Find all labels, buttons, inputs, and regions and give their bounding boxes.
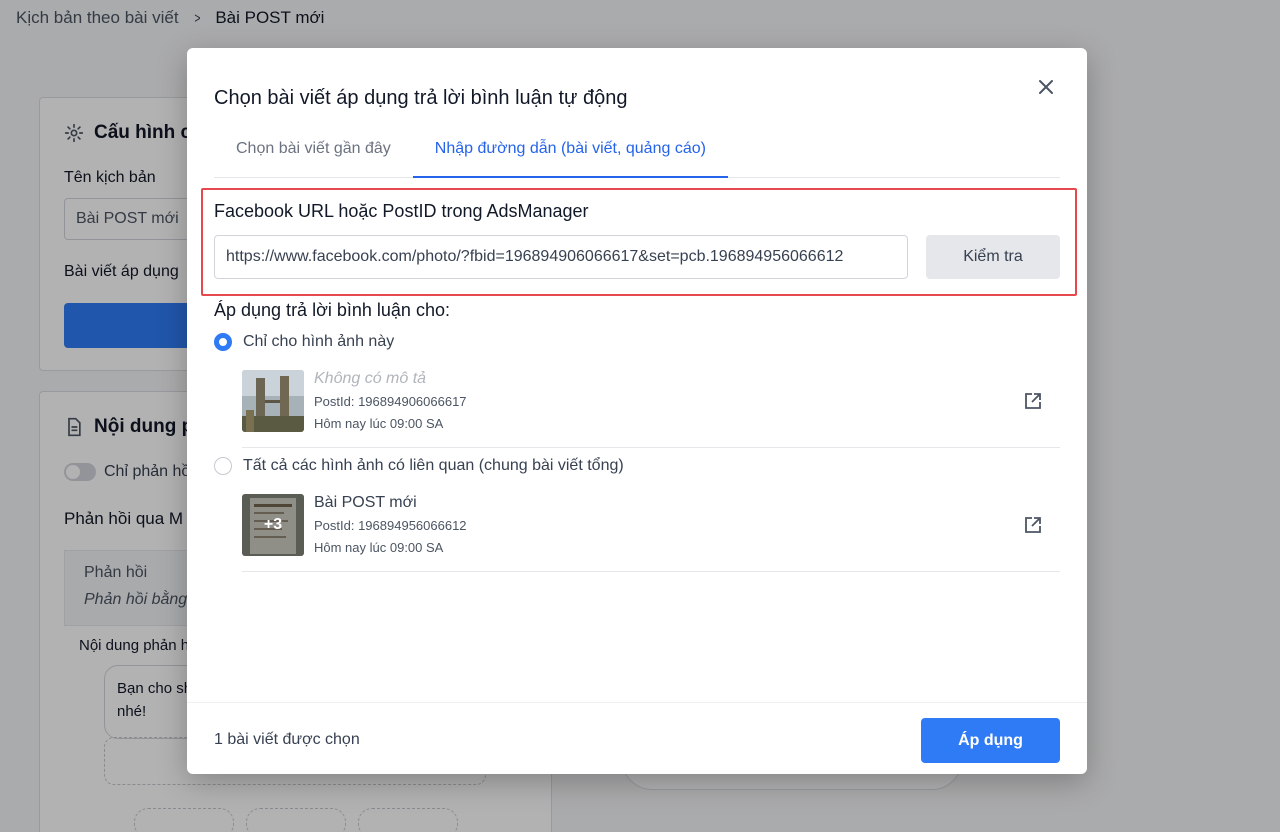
post-item: +3 Bài POST mới PostId: 196894956066612 … — [242, 494, 1060, 572]
post-time: Hôm nay lúc 09:00 SA — [314, 540, 444, 555]
tab-enter-url[interactable]: Nhập đường dẫn (bài viết, quảng cáo) — [412, 126, 728, 178]
post-thumbnail: +3 — [242, 494, 304, 556]
select-post-modal: Chọn bài viết áp dụng trả lời bình luận … — [187, 48, 1087, 774]
post-id: PostId: 196894906066617 — [314, 394, 467, 409]
post-title: Không có mô tả — [314, 370, 427, 387]
close-icon[interactable] — [1035, 76, 1057, 98]
external-link-icon[interactable] — [1023, 515, 1043, 535]
option-all-images[interactable]: Tất cả các hình ảnh có liên quan (chung … — [214, 457, 624, 475]
modal-footer: 1 bài viết được chọn Áp dụng — [187, 702, 1087, 774]
post-title: Bài POST mới — [314, 494, 417, 511]
apply-button[interactable]: Áp dụng — [921, 718, 1060, 763]
selected-count: 1 bài viết được chọn — [214, 731, 360, 748]
modal-tabs: Chọn bài viết gần đây Nhập đường dẫn (bà… — [214, 126, 1060, 178]
radio-selected[interactable] — [214, 333, 232, 351]
url-label: Facebook URL hoặc PostID trong AdsManage… — [214, 201, 589, 221]
post-item: Không có mô tả PostId: 196894906066617 H… — [242, 370, 1060, 448]
tab-recent-posts[interactable]: Chọn bài viết gần đây — [214, 126, 413, 178]
option-this-image[interactable]: Chỉ cho hình ảnh này — [214, 333, 394, 351]
check-button[interactable]: Kiểm tra — [926, 235, 1060, 279]
post-thumbnail — [242, 370, 304, 432]
modal-title: Chọn bài viết áp dụng trả lời bình luận … — [214, 87, 628, 109]
post-time: Hôm nay lúc 09:00 SA — [314, 416, 444, 431]
option-label: Chỉ cho hình ảnh này — [243, 333, 395, 350]
apply-label: Áp dụng trả lời bình luận cho: — [214, 300, 450, 320]
post-id: PostId: 196894956066612 — [314, 518, 467, 533]
option-label: Tất cả các hình ảnh có liên quan (chung … — [243, 457, 624, 474]
more-count: +3 — [263, 516, 283, 533]
radio-unselected[interactable] — [214, 457, 232, 475]
external-link-icon[interactable] — [1023, 391, 1043, 411]
url-input[interactable] — [214, 235, 908, 279]
